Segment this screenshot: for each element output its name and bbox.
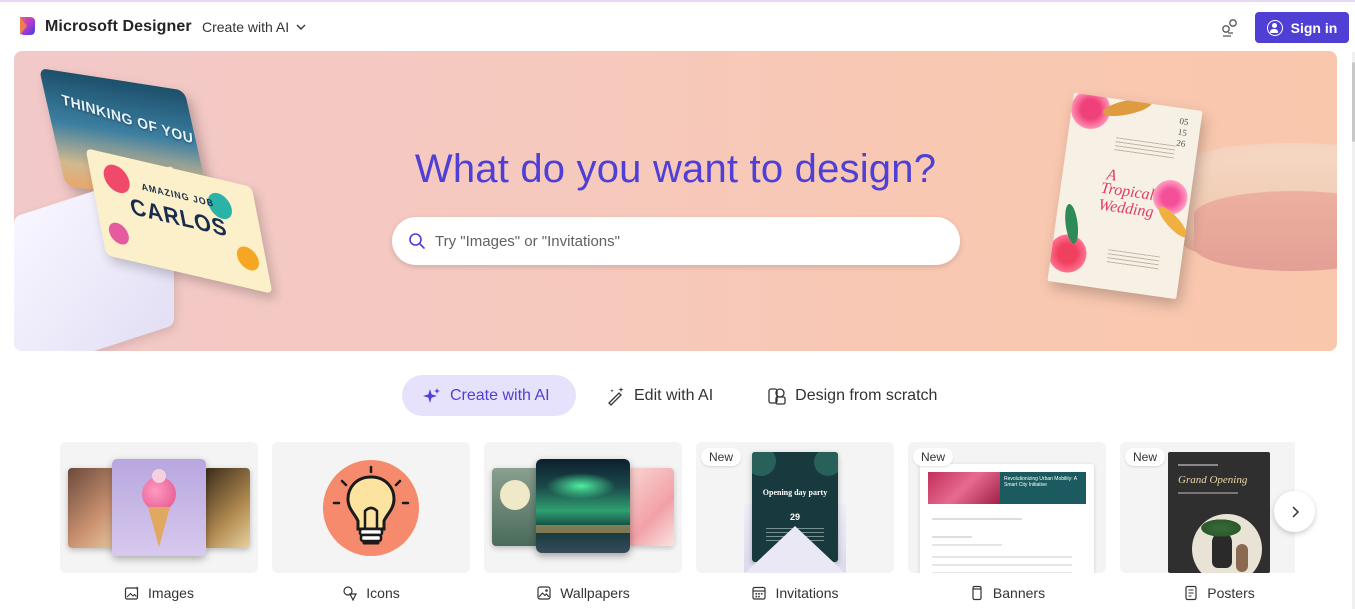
- app-name: Microsoft Designer: [45, 18, 192, 35]
- category-card-banners[interactable]: New Revolutionizing Urban Mobility: A Sm…: [908, 442, 1106, 609]
- search-icon: [409, 233, 425, 249]
- tab-edit-with-ai[interactable]: Edit with AI: [606, 375, 713, 416]
- poster-preview-title: Grand Opening: [1178, 474, 1248, 486]
- poster-icon: [1185, 585, 1197, 601]
- category-card-icons[interactable]: Icons: [272, 442, 470, 609]
- chevron-down-icon: [296, 24, 306, 30]
- share-icon[interactable]: [1219, 17, 1241, 39]
- category-label: Invitations: [775, 585, 839, 601]
- invitation-preview-title: Opening day party: [762, 488, 828, 497]
- banner-icon: [972, 585, 982, 601]
- hero-title: What do you want to design?: [414, 147, 937, 191]
- calendar-icon: [752, 586, 767, 600]
- create-menu-label: Create with AI: [202, 19, 290, 35]
- lightbulb-icon: [323, 460, 419, 556]
- hero-banner: THINKING OF YOU AMAZING JOB CARLOS 05 15…: [14, 51, 1337, 351]
- shapes-icon: [768, 387, 786, 405]
- mode-tabs: Create with AI Edit with AI Design from …: [402, 375, 937, 416]
- category-card-posters[interactable]: New Grand Opening Posters: [1120, 442, 1295, 609]
- person-icon: [1266, 19, 1283, 36]
- pedestal-base-image: [1194, 191, 1337, 271]
- images-thumbnail: [60, 442, 258, 573]
- wallpapers-thumbnail: [484, 442, 682, 573]
- category-label-row: Invitations: [696, 585, 894, 601]
- tab-label: Create with AI: [450, 386, 550, 404]
- category-label-row: Images: [60, 585, 258, 601]
- category-label: Banners: [992, 585, 1046, 601]
- tab-label: Design from scratch: [795, 386, 938, 404]
- tab-design-from-scratch[interactable]: Design from scratch: [767, 375, 937, 416]
- sign-in-button[interactable]: Sign in: [1255, 12, 1349, 43]
- tab-create-with-ai[interactable]: Create with AI: [402, 375, 576, 416]
- chevron-right-icon: [1291, 505, 1299, 518]
- category-label: Posters: [1207, 585, 1255, 601]
- tropical-wedding-invite-image: 05 15 26 A Tropical Wedding: [1047, 92, 1203, 300]
- category-carousel: Images Icons Wallpapers New Opening day …: [60, 442, 1295, 609]
- new-badge: New: [1125, 448, 1166, 466]
- magic-wand-icon: [608, 386, 624, 406]
- category-label-row: Banners: [908, 585, 1106, 601]
- shapes-icon: [343, 586, 358, 601]
- banner-preview-title: Revolutionizing Urban Mobility: A Smart …: [1004, 476, 1077, 488]
- sparkle-icon: [423, 387, 440, 403]
- banners-thumbnail: New Revolutionizing Urban Mobility: A Sm…: [908, 442, 1106, 573]
- create-with-ai-menu[interactable]: Create with AI: [202, 19, 307, 35]
- search-bar[interactable]: [392, 217, 960, 265]
- wallpaper-icon: [537, 586, 551, 600]
- thinking-card-text: THINKING OF YOU: [60, 90, 195, 147]
- invitation-preview-day: 29: [789, 512, 800, 522]
- category-card-wallpapers[interactable]: Wallpapers: [484, 442, 682, 609]
- category-card-images[interactable]: Images: [60, 442, 258, 609]
- category-label: Wallpapers: [560, 585, 630, 601]
- category-label-row: Icons: [272, 585, 470, 601]
- sign-in-label: Sign in: [1290, 19, 1338, 36]
- image-sparkle-icon: [124, 586, 140, 600]
- category-label-row: Wallpapers: [484, 585, 682, 601]
- new-badge: New: [701, 448, 742, 466]
- carousel-next-button[interactable]: [1274, 491, 1315, 532]
- new-badge: New: [913, 448, 954, 466]
- icons-thumbnail: [272, 442, 470, 573]
- designer-logo-icon[interactable]: [18, 16, 36, 36]
- search-input[interactable]: [435, 232, 915, 250]
- invitations-thumbnail: New Opening day party 29: [696, 442, 894, 573]
- invite-date: 05 15 26: [1175, 115, 1190, 149]
- posters-thumbnail: New Grand Opening: [1120, 442, 1295, 573]
- tab-label: Edit with AI: [634, 386, 714, 404]
- category-card-invitations[interactable]: New Opening day party 29 Invitations: [696, 442, 894, 609]
- category-label: Icons: [366, 585, 400, 601]
- category-label: Images: [148, 585, 194, 601]
- header: Microsoft Designer Create with AI Sign i…: [0, 2, 1355, 50]
- category-label-row: Posters: [1120, 585, 1295, 601]
